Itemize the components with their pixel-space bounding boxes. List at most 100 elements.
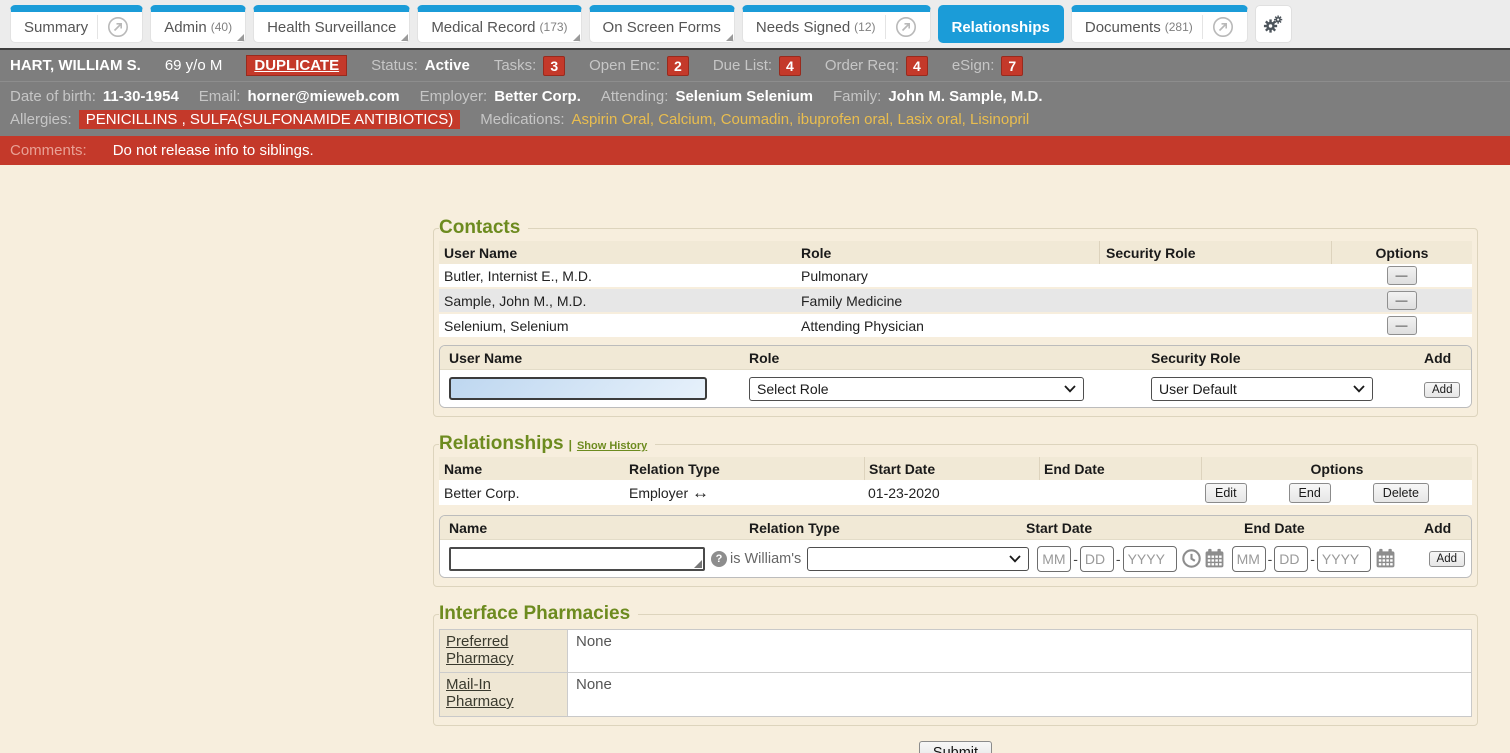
pharmacies-table: Preferred Pharmacy None Mail-In Pharmacy… [439,629,1472,717]
chevron-down-icon [1353,385,1365,393]
relationship-name-input[interactable] [449,547,705,571]
comments-bar: Comments: Do not release info to sibling… [0,136,1510,165]
remove-contact-button[interactable]: — [1387,316,1417,335]
add-contact-form-body: Select Role User Default Add [440,370,1471,407]
family-value: John M. Sample, M.D. [888,88,1042,105]
relationships-heading: Relationships | Show History [439,433,655,455]
order-req-count-badge[interactable]: 4 [906,56,928,76]
tab-health-surveillance[interactable]: Health Surveillance [253,5,410,43]
allergies-label: Allergies: [10,111,72,128]
tab-relationships[interactable]: Relationships [938,5,1064,43]
tab-on-screen-forms[interactable]: On Screen Forms [589,5,735,43]
tab-bar: Summary Admin (40) Health Surveillance M… [0,0,1510,48]
duplicate-badge[interactable]: DUPLICATE [246,55,347,76]
selected-security-role: User Default [1159,381,1237,397]
pipe-divider: | [569,438,572,452]
relationships-table-header: Name Relation Type Start Date End Date O… [439,457,1472,480]
start-year-input[interactable] [1123,546,1177,572]
medications-value: Aspirin Oral, Calcium, Coumadin, ibuprof… [572,111,1030,128]
external-link-icon[interactable] [107,16,129,38]
dropdown-fold-icon [401,34,408,41]
end-relationship-button[interactable]: End [1289,483,1331,503]
contact-role: Pulmonary [801,268,1099,284]
add-relationship-button[interactable]: Add [1429,551,1465,567]
settings-button[interactable] [1255,5,1292,43]
calendar-icon[interactable] [1375,548,1396,569]
col-security-role: Security Role [1151,350,1424,366]
tab-admin[interactable]: Admin (40) [150,5,246,43]
col-name: Name [439,461,629,477]
tab-label: Relationships [952,19,1050,36]
tab-count: (173) [540,20,568,34]
col-options: Options [1201,457,1472,480]
col-start-date: Start Date [864,457,1039,480]
due-list-count-badge[interactable]: 4 [779,56,801,76]
chevron-down-icon [1064,385,1076,393]
contact-security-role-select[interactable]: User Default [1151,377,1373,401]
start-day-input[interactable] [1080,546,1114,572]
esign-label: eSign: [952,57,995,74]
status-value: Active [425,57,470,74]
status-label: Status: [371,57,418,74]
tab-label: Summary [24,19,88,36]
email-label: Email: [199,88,241,105]
contact-role-select[interactable]: Select Role [749,377,1084,401]
end-day-input[interactable] [1274,546,1308,572]
preferred-pharmacy-link[interactable]: Preferred Pharmacy [446,633,514,667]
external-link-icon[interactable] [1212,16,1234,38]
calendar-icon[interactable] [1204,548,1225,569]
table-row: Better Corp. Employer ↔ 01-23-2020 Edit … [439,480,1472,507]
employer-label: Employer: [420,88,488,105]
contact-user-name: Butler, Internist E., M.D. [439,268,801,284]
clock-icon[interactable] [1181,548,1202,569]
due-list-label: Due List: [713,57,772,74]
remove-contact-button[interactable]: — [1387,291,1417,310]
external-link-icon[interactable] [895,16,917,38]
tab-summary[interactable]: Summary [10,5,143,43]
relationship-type: Employer ↔ [629,483,864,503]
end-year-input[interactable] [1317,546,1371,572]
tab-label: Admin [164,19,207,36]
esign-count-badge[interactable]: 7 [1001,56,1023,76]
contact-role: Family Medicine [801,293,1099,309]
submit-button[interactable]: Submit [919,741,992,753]
contact-user-name-input[interactable] [449,377,707,400]
gears-icon [1262,13,1284,35]
col-relation-type: Relation Type [749,520,1026,536]
show-history-link[interactable]: Show History [577,440,647,452]
tab-documents[interactable]: Documents (281) [1071,5,1248,43]
tasks-count-badge[interactable]: 3 [543,56,565,76]
open-enc-count-badge[interactable]: 2 [667,56,689,76]
selected-role: Select Role [757,381,829,397]
table-row: Butler, Internist E., M.D. Pulmonary — [439,264,1472,289]
col-add: Add [1424,520,1471,536]
attending-value: Selenium Selenium [675,88,813,105]
add-contact-button[interactable]: Add [1424,382,1460,398]
end-month-input[interactable] [1232,546,1266,572]
order-req-label: Order Req: [825,57,899,74]
mail-in-pharmacy-link[interactable]: Mail-In Pharmacy [446,676,514,710]
tab-needs-signed[interactable]: Needs Signed (12) [742,5,931,43]
tasks-label: Tasks: [494,57,537,74]
relation-type-select[interactable] [807,547,1029,571]
relationship-start-date: 01-23-2020 [864,485,1039,501]
col-options: Options [1331,241,1472,264]
dropdown-fold-icon [237,34,244,41]
remove-contact-button[interactable]: — [1387,266,1417,285]
patient-name: HART, WILLIAM S. [10,57,141,74]
mail-in-pharmacy-value: None [568,673,1471,716]
relationship-name: Better Corp. [439,485,629,501]
tab-medical-record[interactable]: Medical Record (173) [417,5,581,43]
start-month-input[interactable] [1037,546,1071,572]
dropdown-fold-icon [573,34,580,41]
comments-label: Comments: [10,142,87,159]
demographics-bar: Date of birth:11-30-1954 Email:horner@mi… [0,81,1510,136]
add-relationship-form: Name Relation Type Start Date End Date A… [439,515,1472,578]
help-icon[interactable]: ? [711,551,727,567]
edit-relationship-button[interactable]: Edit [1205,483,1247,503]
preferred-pharmacy-value: None [568,630,1471,672]
dob-value: 11-30-1954 [103,88,179,105]
col-end-date: End Date [1039,457,1201,480]
delete-relationship-button[interactable]: Delete [1373,483,1429,503]
tab-label: Needs Signed [756,19,850,36]
